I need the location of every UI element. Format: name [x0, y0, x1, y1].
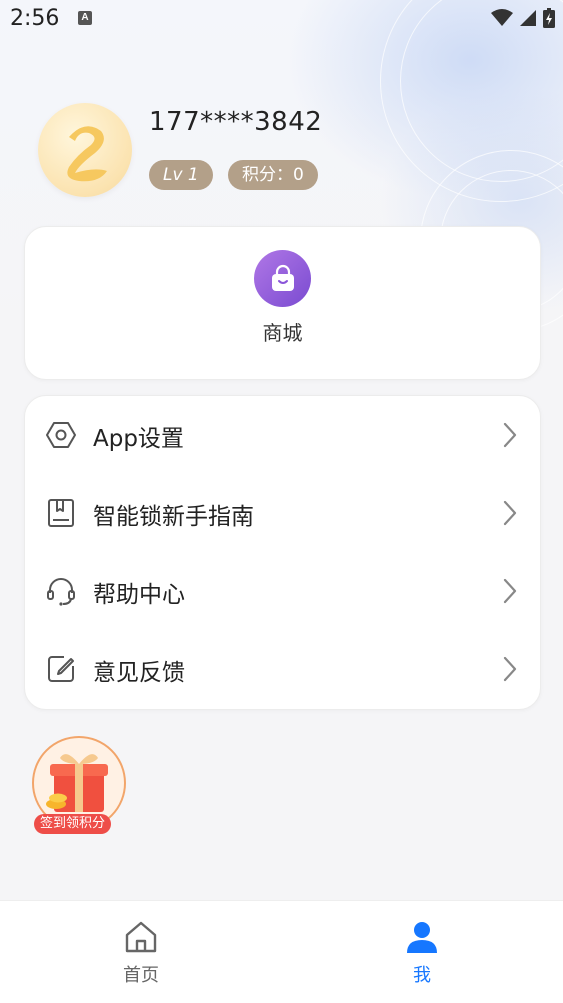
level-badge: Lv 1 — [149, 160, 213, 190]
mall-card: 商城 — [24, 226, 541, 380]
menu-item-app-settings[interactable]: App设置 — [25, 396, 540, 474]
headset-icon — [47, 578, 75, 606]
home-icon — [125, 921, 157, 953]
tab-home-label: 首页 — [123, 965, 159, 986]
checkin-label: 签到领积分 — [34, 814, 112, 834]
menu-item-feedback[interactable]: 意见反馈 — [25, 630, 540, 708]
mall-label[interactable]: 商城 — [25, 317, 540, 346]
avatar-logo-icon — [67, 126, 107, 182]
menu-item-smart-lock-guide[interactable]: 智能锁新手指南 — [25, 474, 540, 552]
system-icons — [491, 8, 555, 28]
notification-icon: A — [78, 11, 92, 25]
signal-icon — [520, 10, 536, 26]
tab-me[interactable]: 我 — [352, 901, 492, 1003]
menu-label: 帮助中心 — [93, 582, 185, 608]
menu-label: 意见反馈 — [93, 660, 185, 686]
gift-box-icon — [46, 754, 108, 812]
bottom-tab-bar: 首页 我 — [0, 900, 563, 1003]
avatar[interactable] — [38, 103, 132, 197]
points-badge[interactable]: 积分：0 — [228, 160, 318, 190]
menu-card: App设置 智能锁新手指南 帮助中心 意见反馈 — [24, 395, 541, 710]
tab-home[interactable]: 首页 — [71, 901, 211, 1003]
menu-label: 智能锁新手指南 — [93, 504, 254, 530]
menu-label: App设置 — [93, 426, 184, 452]
book-icon — [48, 499, 74, 527]
checkin-button[interactable]: 签到领积分 — [32, 736, 126, 834]
chevron-right-icon — [503, 422, 517, 448]
status-bar: 2:56 A — [0, 0, 563, 38]
tab-me-label: 我 — [413, 965, 431, 986]
chevron-right-icon — [503, 656, 517, 682]
chevron-right-icon — [503, 500, 517, 526]
edit-note-icon — [48, 656, 74, 682]
shopping-bag-icon — [271, 264, 294, 291]
menu-item-help-center[interactable]: 帮助中心 — [25, 552, 540, 630]
mall-button[interactable] — [254, 250, 311, 307]
chevron-right-icon — [503, 578, 517, 604]
battery-icon — [543, 8, 555, 28]
wifi-icon — [491, 9, 513, 26]
status-time: 2:56 — [10, 6, 60, 31]
user-profile-icon — [407, 922, 437, 953]
hexagon-settings-icon — [46, 422, 76, 448]
user-phone: 177****3842 — [149, 107, 323, 137]
